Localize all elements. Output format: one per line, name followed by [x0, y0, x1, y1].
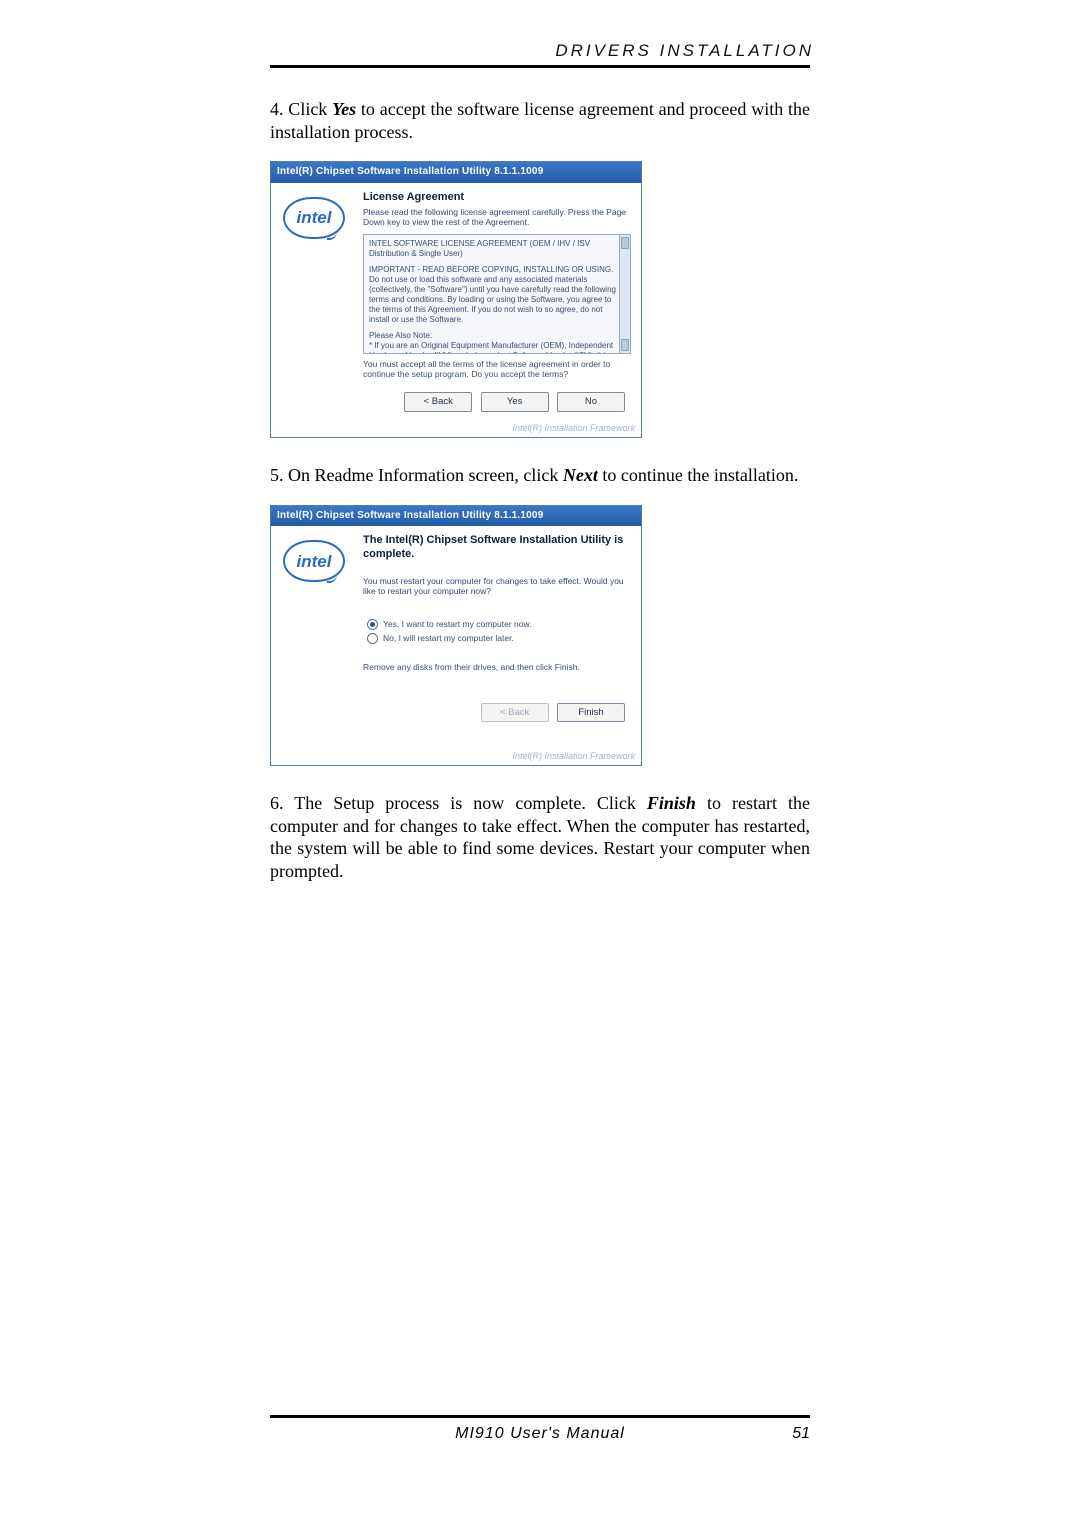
accept-prompt: You must accept all the terms of the lic…: [363, 359, 631, 380]
step-5-text: 5. On Readme Information screen, click N…: [270, 464, 810, 487]
dialog-titlebar: Intel(R) Chipset Software Installation U…: [271, 506, 641, 527]
step-5-suffix: to continue the installation.: [598, 465, 798, 485]
step-5-keyword: Next: [563, 465, 598, 485]
remove-disks-note: Remove any disks from their drives, and …: [363, 662, 631, 673]
manual-title: MI910 User's Manual: [330, 1424, 750, 1444]
footer-spacer: [270, 1424, 330, 1444]
no-button[interactable]: No: [557, 392, 625, 412]
dialog-brand-footer: Intel(R) Installation Framework: [271, 422, 641, 437]
eula-line: IMPORTANT - READ BEFORE COPYING, INSTALL…: [369, 265, 618, 325]
scroll-down-icon[interactable]: [621, 339, 629, 351]
button-row: < Back Yes No: [363, 388, 631, 416]
restart-options: Yes, I want to restart my computer now. …: [367, 619, 631, 644]
radio-unselected-icon: [367, 633, 378, 644]
scroll-up-icon[interactable]: [621, 237, 629, 249]
step-4-keyword: Yes: [332, 99, 356, 119]
restart-lead: You must restart your computer for chang…: [363, 576, 631, 597]
license-dialog: Intel(R) Chipset Software Installation U…: [270, 161, 642, 438]
finish-button[interactable]: Finish: [557, 703, 625, 723]
dialog-sidebar: intel: [271, 526, 357, 750]
step-4-prefix: 4. Click: [270, 99, 332, 119]
page-number: 51: [750, 1424, 810, 1444]
license-heading: License Agreement: [363, 191, 631, 205]
complete-heading: The Intel(R) Chipset Software Installati…: [363, 534, 631, 562]
license-lead: Please read the following license agreem…: [363, 207, 631, 228]
eula-line: INTEL SOFTWARE LICENSE AGREEMENT (OEM / …: [369, 239, 618, 259]
scrollbar[interactable]: [619, 235, 630, 353]
eula-textbox[interactable]: INTEL SOFTWARE LICENSE AGREEMENT (OEM / …: [363, 234, 631, 354]
intel-logo-icon: intel: [283, 540, 345, 582]
eula-line: Please Also Note:: [369, 331, 618, 341]
button-row: < Back Finish: [363, 699, 631, 727]
step-6-text: 6. The Setup process is now complete. Cl…: [270, 792, 810, 882]
intel-logo-icon: intel: [283, 197, 345, 239]
step-6-keyword: Finish: [647, 793, 696, 813]
step-6-prefix: 6. The Setup process is now complete. Cl…: [270, 793, 647, 813]
manual-page: DRIVERS INSTALLATION 4. Click Yes to acc…: [0, 0, 1080, 1528]
step-5-prefix: 5. On Readme Information screen, click: [270, 465, 563, 485]
back-button[interactable]: < Back: [404, 392, 472, 412]
finish-dialog: Intel(R) Chipset Software Installation U…: [270, 505, 642, 767]
radio-restart-later[interactable]: No, I will restart my computer later.: [367, 633, 631, 644]
yes-button[interactable]: Yes: [481, 392, 549, 412]
dialog-brand-footer: Intel(R) Installation Framework: [271, 750, 641, 765]
header-rule: [270, 65, 810, 68]
radio-label: No, I will restart my computer later.: [383, 633, 514, 644]
radio-selected-icon: [367, 619, 378, 630]
eula-line: * If you are an Original Equipment Manuf…: [369, 341, 618, 354]
step-4-text: 4. Click Yes to accept the software lice…: [270, 98, 810, 143]
section-header: DRIVERS INSTALLATION: [270, 40, 814, 61]
dialog-titlebar: Intel(R) Chipset Software Installation U…: [271, 162, 641, 183]
footer-rule: [270, 1415, 810, 1418]
dialog-sidebar: intel: [271, 183, 357, 422]
radio-label: Yes, I want to restart my computer now.: [383, 619, 532, 630]
page-footer: MI910 User's Manual 51: [270, 1424, 810, 1444]
back-button: < Back: [481, 703, 549, 723]
radio-restart-now[interactable]: Yes, I want to restart my computer now.: [367, 619, 631, 630]
